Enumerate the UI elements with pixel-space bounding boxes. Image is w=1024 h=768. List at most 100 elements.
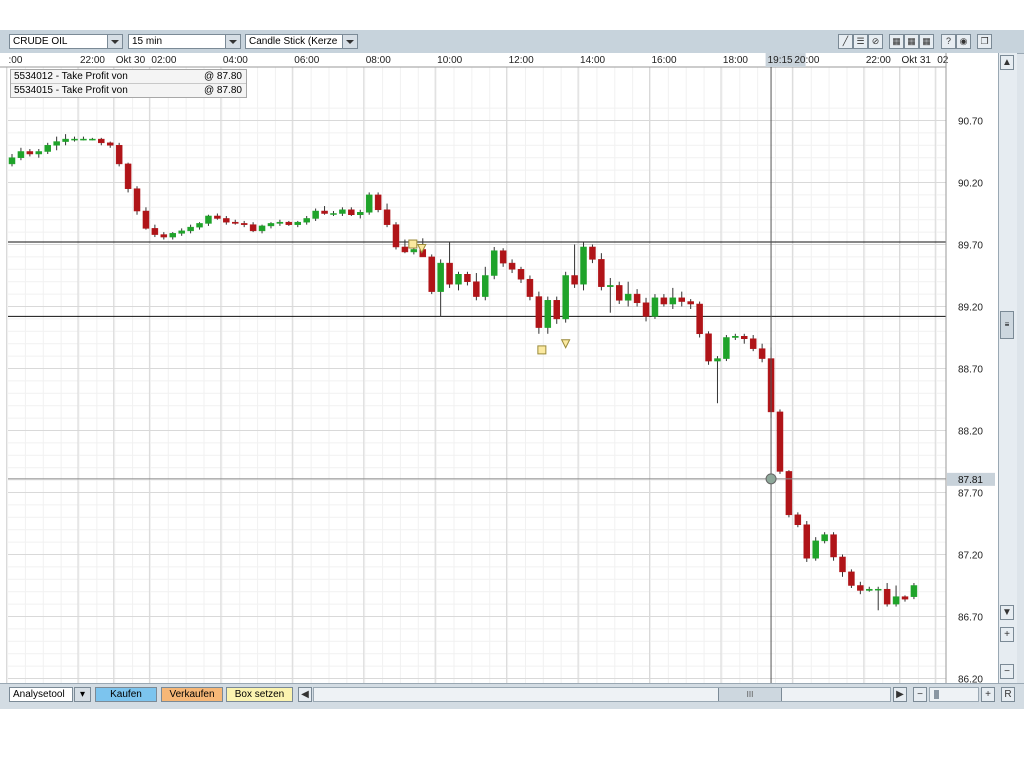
gear-icon: ◉: [959, 36, 968, 46]
candle-body-up: [624, 293, 632, 301]
candle-body-down: [249, 224, 257, 232]
candle-body-down: [151, 228, 159, 235]
buy-button[interactable]: Kaufen: [95, 687, 157, 702]
time-scroll-thumb[interactable]: III: [718, 688, 782, 701]
candle-body-up: [44, 145, 51, 152]
scroll-down-button[interactable]: ▼: [1000, 605, 1014, 620]
candle-body-down: [571, 275, 578, 285]
detach-window-button[interactable]: ❐: [977, 34, 992, 49]
line-icon: ╱: [842, 36, 849, 46]
chevron-down-icon[interactable]: [342, 35, 357, 48]
x-tick-label: Okt 30: [116, 55, 146, 66]
grid-wide-button[interactable]: ▦: [904, 34, 919, 49]
draw-line-button[interactable]: ╱: [838, 34, 853, 49]
scroll-left-button[interactable]: ◀: [298, 687, 312, 702]
horizontal-lines-button[interactable]: ☰: [853, 34, 868, 49]
candle-body-down: [232, 221, 239, 224]
grid-dense-button[interactable]: ▦: [919, 34, 934, 49]
price-zoom-out-button[interactable]: −: [1000, 664, 1014, 679]
candle-body-down: [214, 215, 221, 219]
triangle-left-icon: ◀: [301, 689, 309, 700]
candle-body-down: [526, 278, 534, 297]
chevron-down-icon[interactable]: [225, 35, 240, 48]
candle-body-up: [294, 221, 302, 225]
candle-body-down: [223, 218, 230, 223]
order-label[interactable]: 5534015 - Take Profit von: [14, 85, 128, 96]
y-tick-label: 88.20: [958, 427, 983, 438]
x-tick-label: 18:00: [723, 55, 748, 66]
sell-button[interactable]: Verkaufen: [161, 687, 223, 702]
chevron-down-icon: ▾: [79, 689, 86, 700]
candle-body-up: [866, 588, 873, 591]
candle-body-down: [857, 585, 864, 591]
chart-style-value: Candle Stick (Kerze: [249, 36, 338, 47]
question-icon: ?: [945, 36, 951, 46]
y-tick-label: 90.70: [958, 117, 983, 128]
y-tick-label: 87.20: [958, 551, 983, 562]
candle-body-up: [62, 138, 69, 142]
scroll-right-button[interactable]: ▶: [893, 687, 907, 702]
candle-body-up: [365, 194, 373, 213]
time-zoom-out-button[interactable]: −: [913, 687, 927, 702]
help-button[interactable]: ?: [941, 34, 956, 49]
price-zoom-in-button[interactable]: +: [1000, 627, 1014, 642]
vertical-scrollbar[interactable]: ▲ ≡ ▼ + −: [998, 53, 1017, 683]
candle-body-down: [464, 274, 471, 282]
analysis-tool-select[interactable]: Analysetool: [9, 687, 73, 702]
chart-toolbar: CRUDE OIL 15 min Candle Stick (Kerze ╱ ☰…: [0, 30, 1024, 54]
candle-body-up: [482, 275, 489, 297]
candle-body-down: [830, 534, 837, 558]
time-scrollbar-track[interactable]: III: [313, 687, 891, 702]
x-tick-label: 10:00: [437, 55, 462, 66]
chevron-down-icon[interactable]: [107, 35, 122, 48]
y-tick-label: 88.70: [958, 365, 983, 376]
candle-body-up: [732, 336, 739, 338]
order-label[interactable]: 5534012 - Take Profit von: [14, 71, 128, 82]
set-box-button[interactable]: Box setzen: [226, 687, 293, 702]
candle-body-down: [598, 259, 605, 287]
interval-select[interactable]: 15 min: [128, 34, 241, 49]
scroll-up-button[interactable]: ▲: [1000, 55, 1014, 70]
grid-icon: ▦: [892, 36, 901, 46]
analysis-tool-dropdown[interactable]: ▾: [74, 687, 91, 702]
zoom-slider[interactable]: [929, 687, 979, 702]
candle-body-up: [357, 212, 364, 215]
scroll-thumb[interactable]: ≡: [1000, 311, 1014, 339]
candle-body-up: [821, 534, 828, 542]
candle-body-up: [80, 138, 87, 141]
candle-body-up: [89, 138, 96, 141]
candle-body-down: [98, 138, 105, 144]
candle-body-up: [544, 300, 552, 328]
settings-button[interactable]: ◉: [956, 34, 971, 49]
x-tick-label: 06:00: [294, 55, 319, 66]
candle-body-down: [848, 571, 855, 586]
reset-view-button[interactable]: R: [1001, 687, 1015, 702]
candle-body-down: [26, 151, 34, 155]
x-tick-label: :00: [9, 55, 23, 66]
x-tick-label: 04:00: [223, 55, 248, 66]
triangle-right-icon: ▶: [896, 689, 904, 700]
grid-button[interactable]: ▦: [889, 34, 904, 49]
remove-drawing-button[interactable]: ⊘: [868, 34, 883, 49]
x-tick-label: 20:00: [794, 55, 819, 66]
horizontal-lines-icon: ☰: [856, 36, 865, 46]
candlestick-chart[interactable]: :00 22:00 Okt 30 02:00 04:00 06:00 08:00 10:00 1…: [0, 53, 998, 683]
candle-body-up: [410, 249, 418, 253]
x-tick-label: 16:00: [651, 55, 676, 66]
chart-style-select[interactable]: Candle Stick (Kerze: [245, 34, 358, 49]
candle-body-down: [508, 262, 516, 270]
candle-body-down: [660, 297, 668, 305]
instrument-select[interactable]: CRUDE OIL: [9, 34, 123, 49]
bottom-toolbar: Analysetool ▾ Kaufen Verkaufen Box setze…: [0, 683, 1024, 709]
time-zoom-in-button[interactable]: +: [981, 687, 995, 702]
candle-body-up: [17, 151, 25, 158]
x-tick-label: 02:00: [151, 55, 176, 66]
candle-body-down: [687, 301, 694, 305]
candle-body-up: [892, 596, 900, 605]
y-tick-label: 89.20: [958, 303, 983, 314]
erase-icon: ⊘: [871, 36, 880, 46]
candle-body-down: [374, 194, 382, 211]
x-tick-label: 14:00: [580, 55, 605, 66]
zoom-slider-thumb[interactable]: [934, 690, 939, 699]
candle-body-down: [240, 223, 248, 225]
